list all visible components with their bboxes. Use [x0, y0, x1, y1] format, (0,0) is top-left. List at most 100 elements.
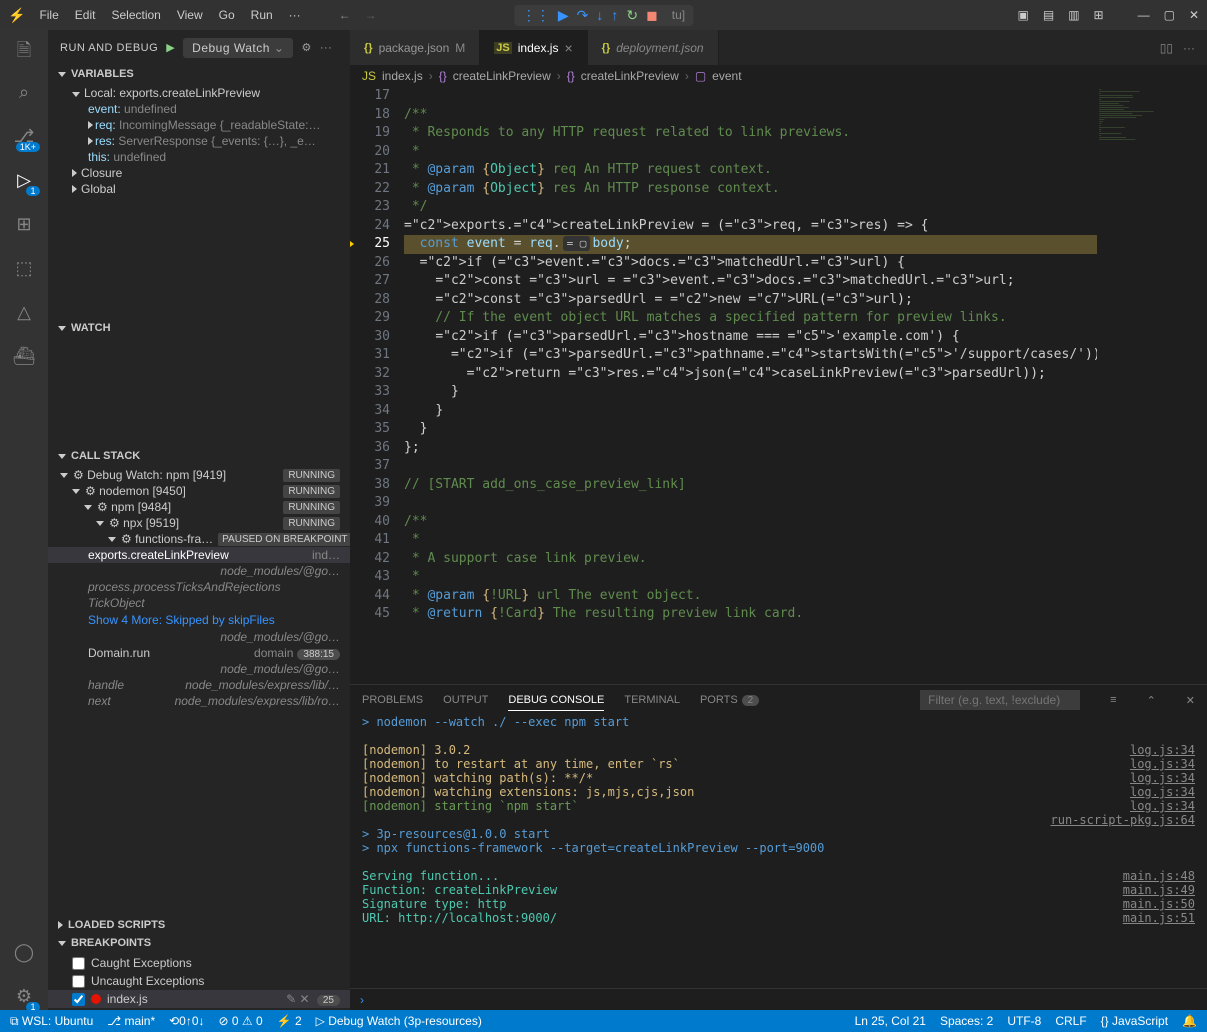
- split-editor-icon[interactable]: ▯▯: [1160, 41, 1173, 55]
- callstack-thread[interactable]: ⚙ nodemon [9450]RUNNING: [48, 483, 350, 499]
- accounts-icon[interactable]: ◯: [12, 942, 36, 966]
- panel-close-icon[interactable]: ✕: [1186, 694, 1195, 707]
- console-source-link[interactable]: log.js:34: [1130, 785, 1195, 799]
- debug-drag-icon[interactable]: ⋮⋮: [522, 7, 550, 24]
- status-item[interactable]: ⧉ WSL: Ubuntu: [10, 1014, 93, 1029]
- callstack-frame[interactable]: TickObject: [48, 595, 350, 611]
- console-source-link[interactable]: log.js:34: [1130, 757, 1195, 771]
- status-item[interactable]: ⎇ main*: [107, 1014, 155, 1028]
- var-scope-global[interactable]: Global: [48, 181, 350, 197]
- var-scope-closure[interactable]: Closure: [48, 165, 350, 181]
- debug-restart-icon[interactable]: ↻: [626, 7, 638, 24]
- callstack-frame[interactable]: node_modules/@go…: [48, 629, 350, 645]
- panel-filter-input[interactable]: [920, 690, 1080, 710]
- panel-tab[interactable]: PORTS2: [700, 690, 759, 710]
- console-source-link[interactable]: main.js:50: [1123, 897, 1195, 911]
- panel-tab[interactable]: DEBUG CONSOLE: [508, 690, 604, 711]
- callstack-thread[interactable]: ⚙ functions-fra…PAUSED ON BREAKPOINT: [48, 531, 350, 547]
- more-actions-icon[interactable]: ···: [1183, 41, 1195, 55]
- console-source-link[interactable]: log.js:34: [1130, 799, 1195, 813]
- status-item[interactable]: ⟲0↑0↓: [169, 1014, 204, 1028]
- breakpoint-row[interactable]: index.js✎ ✕ 25: [48, 990, 350, 1008]
- status-item[interactable]: CRLF: [1055, 1014, 1086, 1028]
- breakpoint-row[interactable]: Uncaught Exceptions: [48, 972, 350, 990]
- status-item[interactable]: ⚡ 2: [277, 1014, 302, 1028]
- breadcrumb-item[interactable]: index.js: [382, 69, 423, 83]
- editor[interactable]: 1718192021222324252627282930313233343536…: [350, 87, 1207, 684]
- callstack-frame[interactable]: process.processTicksAndRejections: [48, 579, 350, 595]
- debug-console-body[interactable]: > nodemon --watch ./ --exec npm start [n…: [350, 715, 1207, 988]
- console-source-link[interactable]: main.js:49: [1123, 883, 1195, 897]
- panel-tab[interactable]: PROBLEMS: [362, 690, 423, 710]
- debug-step-over-icon[interactable]: ↷: [577, 7, 589, 24]
- menu-go[interactable]: Go: [211, 8, 243, 22]
- debug-step-into-icon[interactable]: ↓: [596, 7, 603, 23]
- debug-console-input[interactable]: ›: [350, 988, 1207, 1010]
- breadcrumb-item[interactable]: createLinkPreview: [581, 69, 679, 83]
- layout-icon[interactable]: ▣: [1018, 8, 1029, 22]
- extensions-icon[interactable]: ⊞: [12, 214, 36, 238]
- menu-selection[interactable]: Selection: [103, 8, 168, 22]
- menu-view[interactable]: View: [169, 8, 211, 22]
- status-item[interactable]: 🔔: [1182, 1014, 1197, 1028]
- editor-tab[interactable]: {}package.jsonM: [350, 30, 480, 65]
- status-item[interactable]: {} JavaScript: [1101, 1014, 1168, 1028]
- var-row[interactable]: res: ServerResponse {_events: {…}, _e…: [48, 133, 350, 149]
- breadcrumb-item[interactable]: event: [712, 69, 741, 83]
- debug-config-dropdown[interactable]: Debug Watch ⌄: [183, 38, 293, 58]
- close-icon[interactable]: ✕: [1189, 8, 1199, 22]
- customize-icon[interactable]: ⊞: [1094, 8, 1104, 22]
- panel-tab[interactable]: TERMINAL: [624, 690, 680, 710]
- start-debug-icon[interactable]: ▶: [166, 41, 175, 54]
- console-source-link[interactable]: log.js:34: [1130, 743, 1195, 757]
- more-icon[interactable]: ···: [320, 42, 333, 54]
- var-row[interactable]: req: IncomingMessage {_readableState:…: [48, 117, 350, 133]
- menu-run[interactable]: Run: [243, 8, 281, 22]
- status-item[interactable]: UTF-8: [1007, 1014, 1041, 1028]
- debug-step-out-icon[interactable]: ↑: [611, 7, 618, 23]
- callstack-frame[interactable]: handlenode_modules/express/lib/…: [48, 677, 350, 693]
- breadcrumb-item[interactable]: createLinkPreview: [453, 69, 551, 83]
- callstack-frame[interactable]: Domain.rundomain388:15: [48, 645, 350, 661]
- section-loaded[interactable]: LOADED SCRIPTS: [48, 916, 350, 934]
- run-debug-icon[interactable]: ▷1: [12, 170, 36, 194]
- console-source-link[interactable]: main.js:48: [1123, 869, 1195, 883]
- maximize-icon[interactable]: ▢: [1164, 8, 1175, 22]
- debug-stop-icon[interactable]: ◼: [646, 7, 658, 24]
- status-item[interactable]: Spaces: 2: [940, 1014, 993, 1028]
- console-source-link[interactable]: log.js:34: [1130, 771, 1195, 785]
- gear-icon[interactable]: ⚙: [301, 41, 311, 54]
- callstack-thread[interactable]: ⚙ npx [9519]RUNNING: [48, 515, 350, 531]
- editor-tab[interactable]: {}deployment.json: [588, 30, 719, 65]
- breakpoint-checkbox[interactable]: [72, 975, 85, 988]
- section-callstack[interactable]: CALL STACK: [48, 447, 350, 465]
- panel-maximize-icon[interactable]: ⌃: [1147, 694, 1156, 707]
- breakpoint-row[interactable]: Caught Exceptions: [48, 954, 350, 972]
- callstack-frame[interactable]: exports.createLinkPreviewind…: [48, 547, 350, 563]
- skip-files-hint[interactable]: Show 4 More: Skipped by skipFiles: [48, 611, 350, 629]
- minimap[interactable]: ▬▬▬▬▬▬▬▬▬▬▬▬▬▬▬▬▬▬▬▬▬▬▬▬▬▬▬▬▬▬▬▬▬▬▬▬▬▬▬▬…: [1097, 87, 1207, 684]
- console-source-link[interactable]: run-script-pkg.js:64: [1051, 813, 1196, 827]
- nav-forward-icon[interactable]: →: [365, 8, 377, 22]
- panel-settings-icon[interactable]: ≡: [1110, 694, 1116, 706]
- code-area[interactable]: /** * Responds to any HTTP request relat…: [404, 87, 1097, 684]
- var-row[interactable]: event: undefined: [48, 101, 350, 117]
- panel-tab[interactable]: OUTPUT: [443, 690, 488, 710]
- menu-more[interactable]: ···: [281, 8, 309, 22]
- section-watch[interactable]: WATCH: [48, 319, 350, 337]
- section-variables[interactable]: VARIABLES: [48, 65, 350, 83]
- section-breakpoints[interactable]: BREAKPOINTS: [48, 934, 350, 952]
- callstack-frame[interactable]: node_modules/@go…: [48, 563, 350, 579]
- callstack-thread[interactable]: ⚙ Debug Watch: npm [9419]RUNNING: [48, 467, 350, 483]
- status-item[interactable]: ▷ Debug Watch (3p-resources): [316, 1014, 482, 1028]
- var-row[interactable]: this: undefined: [48, 149, 350, 165]
- breakpoint-checkbox[interactable]: [72, 957, 85, 970]
- tab-close-icon[interactable]: ×: [564, 40, 572, 56]
- settings-icon[interactable]: ⚙1: [12, 986, 36, 1010]
- status-item[interactable]: Ln 25, Col 21: [855, 1014, 926, 1028]
- nav-back-icon[interactable]: ←: [339, 8, 351, 22]
- breadcrumb[interactable]: JSindex.js›{}createLinkPreview›{}createL…: [350, 65, 1207, 87]
- minimize-icon[interactable]: —: [1138, 8, 1150, 22]
- callstack-frame[interactable]: node_modules/@go…: [48, 661, 350, 677]
- panel-icon[interactable]: ▤: [1043, 8, 1054, 22]
